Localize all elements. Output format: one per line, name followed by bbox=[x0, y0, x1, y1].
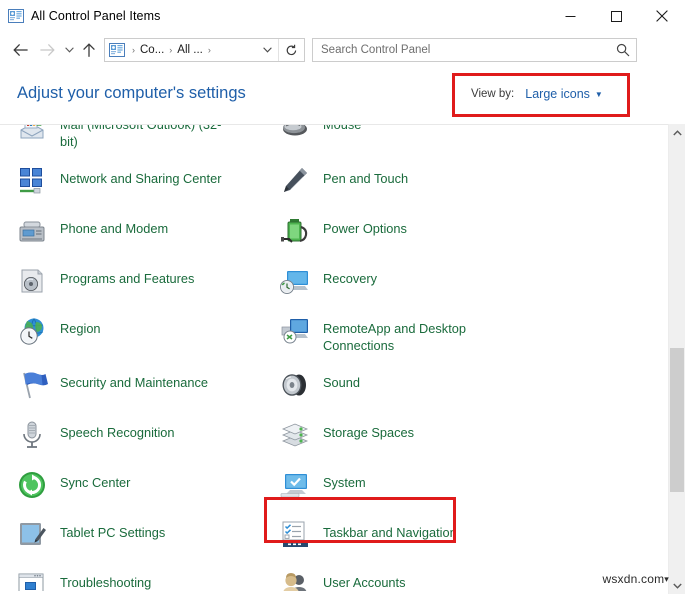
mouse-icon bbox=[279, 124, 311, 143]
network-sharing-icon bbox=[16, 165, 48, 197]
cp-item-storage-spaces[interactable]: Storage Spaces bbox=[263, 411, 663, 461]
cp-item-label: Pen and Touch bbox=[323, 164, 408, 187]
cp-item-label: Region bbox=[60, 314, 101, 337]
sound-icon bbox=[279, 369, 311, 401]
maximize-button[interactable] bbox=[593, 0, 639, 32]
tablet-pc-settings-icon bbox=[16, 519, 48, 551]
pen-touch-icon bbox=[279, 165, 311, 197]
cp-item-label: Speech Recognition bbox=[60, 418, 175, 441]
page-title: Adjust your computer's settings bbox=[17, 84, 246, 103]
cp-item-label: Storage Spaces bbox=[323, 418, 414, 441]
control-panel-icon bbox=[8, 8, 24, 24]
cp-item-label: Phone and Modem bbox=[60, 214, 168, 237]
cp-item-sound[interactable]: Sound bbox=[263, 361, 663, 411]
cp-item-label: Tablet PC Settings bbox=[60, 518, 165, 541]
cp-item-speech-recognition[interactable]: Speech Recognition bbox=[0, 411, 263, 461]
system-icon bbox=[279, 469, 311, 501]
cp-item-label: Power Options bbox=[323, 214, 407, 237]
chevron-down-icon[interactable] bbox=[256, 45, 278, 55]
breadcrumb-separator-3: › bbox=[204, 46, 215, 55]
security-maintenance-icon bbox=[16, 369, 48, 401]
cp-item-label: Programs and Features bbox=[60, 264, 194, 287]
cp-item-mouse[interactable]: Mouse bbox=[263, 124, 663, 157]
cp-item-label: Mail (Microsoft Outlook) (32-bit) bbox=[60, 124, 235, 150]
cp-item-label: Recovery bbox=[323, 264, 377, 287]
recovery-icon bbox=[279, 265, 311, 297]
vertical-scrollbar[interactable] bbox=[668, 124, 685, 594]
cp-item-label: RemoteApp and Desktop Connections bbox=[323, 314, 523, 354]
breadcrumb-separator-2: › bbox=[165, 46, 176, 55]
cp-item-label: Sync Center bbox=[60, 468, 130, 491]
breadcrumb-separator-1: › bbox=[128, 46, 139, 55]
control-panel-window: All Control Panel Items bbox=[0, 0, 685, 594]
up-arrow-icon[interactable] bbox=[78, 37, 100, 63]
mail-icon bbox=[16, 124, 48, 143]
cp-item-system[interactable]: System bbox=[263, 461, 663, 511]
phone-modem-icon bbox=[16, 215, 48, 247]
recent-locations-chevron-icon[interactable] bbox=[60, 37, 78, 63]
address-bar[interactable]: › Co... › All ... › bbox=[104, 38, 305, 62]
refresh-icon[interactable] bbox=[278, 39, 304, 61]
cp-item-label: System bbox=[323, 468, 366, 491]
cp-item-network-and-sharing-center[interactable]: Network and Sharing Center bbox=[0, 157, 263, 207]
cp-item-programs-and-features[interactable]: Programs and Features bbox=[0, 257, 263, 307]
close-button[interactable] bbox=[639, 0, 685, 32]
cp-item-pen-and-touch[interactable]: Pen and Touch bbox=[263, 157, 663, 207]
forward-arrow-icon[interactable] bbox=[34, 37, 60, 63]
title-bar: All Control Panel Items bbox=[0, 0, 685, 32]
cp-item-region[interactable]: Region bbox=[0, 307, 263, 361]
scrollbar-thumb[interactable] bbox=[670, 348, 684, 492]
back-arrow-icon[interactable] bbox=[8, 37, 34, 63]
cp-item-label: Sound bbox=[323, 368, 360, 391]
cp-item-label: Mouse bbox=[323, 124, 361, 133]
address-control-panel-icon bbox=[109, 42, 125, 58]
window-controls bbox=[547, 0, 685, 32]
remoteapp-icon bbox=[279, 315, 311, 347]
view-by-label: View by: bbox=[471, 88, 514, 100]
watermark-caret-icon: ▾ bbox=[664, 574, 669, 584]
search-input[interactable] bbox=[313, 39, 610, 61]
programs-features-icon bbox=[16, 265, 48, 297]
cp-item-sync-center[interactable]: Sync Center bbox=[0, 461, 263, 511]
control-panel-items-pane: Mail (Microsoft Outlook) (32-bit) Mouse bbox=[0, 124, 685, 594]
items-grid: Mail (Microsoft Outlook) (32-bit) Mouse bbox=[0, 124, 663, 594]
search-icon[interactable] bbox=[610, 43, 636, 57]
cp-item-mail[interactable]: Mail (Microsoft Outlook) (32-bit) bbox=[0, 124, 263, 157]
view-by-value[interactable]: Large icons bbox=[525, 87, 590, 101]
breadcrumb-item-1[interactable]: All ... bbox=[176, 44, 204, 56]
cp-item-troubleshooting[interactable]: Troubleshooting bbox=[0, 561, 263, 594]
cp-item-label: Network and Sharing Center bbox=[60, 164, 221, 187]
items-scroll-content: Mail (Microsoft Outlook) (32-bit) Mouse bbox=[0, 124, 663, 594]
breadcrumb-item-0[interactable]: Co... bbox=[139, 44, 165, 56]
cp-item-recovery[interactable]: Recovery bbox=[263, 257, 663, 307]
cp-item-label: Taskbar and Navigation bbox=[323, 518, 457, 541]
window-title: All Control Panel Items bbox=[31, 9, 160, 23]
scroll-up-arrow-icon[interactable] bbox=[669, 124, 685, 141]
speech-recognition-icon bbox=[16, 419, 48, 451]
cp-item-label: Security and Maintenance bbox=[60, 368, 208, 391]
region-icon bbox=[16, 315, 48, 347]
navigation-bar: › Co... › All ... › bbox=[0, 32, 685, 68]
power-options-icon bbox=[279, 215, 311, 247]
storage-spaces-icon bbox=[279, 419, 311, 451]
cp-item-label: Troubleshooting bbox=[60, 568, 151, 591]
cp-item-phone-and-modem[interactable]: Phone and Modem bbox=[0, 207, 263, 257]
minimize-button[interactable] bbox=[547, 0, 593, 32]
cp-item-remoteapp-and-desktop-connections[interactable]: RemoteApp and Desktop Connections bbox=[263, 307, 663, 361]
chevron-down-icon[interactable]: ▼ bbox=[595, 91, 603, 99]
header-row: Adjust your computer's settings View by:… bbox=[0, 68, 685, 124]
watermark: wsxdn.com▾ bbox=[602, 572, 669, 586]
view-by-control[interactable]: View by: Large icons ▼ bbox=[471, 87, 603, 101]
cp-item-label: User Accounts bbox=[323, 568, 406, 591]
search-box[interactable] bbox=[312, 38, 637, 62]
taskbar-navigation-icon bbox=[279, 519, 311, 551]
cp-item-taskbar-and-navigation[interactable]: Taskbar and Navigation bbox=[263, 511, 663, 561]
scroll-down-arrow-icon[interactable] bbox=[669, 577, 685, 594]
sync-center-icon bbox=[16, 469, 48, 501]
cp-item-tablet-pc-settings[interactable]: Tablet PC Settings bbox=[0, 511, 263, 561]
watermark-text: wsxdn.com bbox=[602, 572, 664, 586]
cp-item-security-and-maintenance[interactable]: Security and Maintenance bbox=[0, 361, 263, 411]
cp-item-power-options[interactable]: Power Options bbox=[263, 207, 663, 257]
